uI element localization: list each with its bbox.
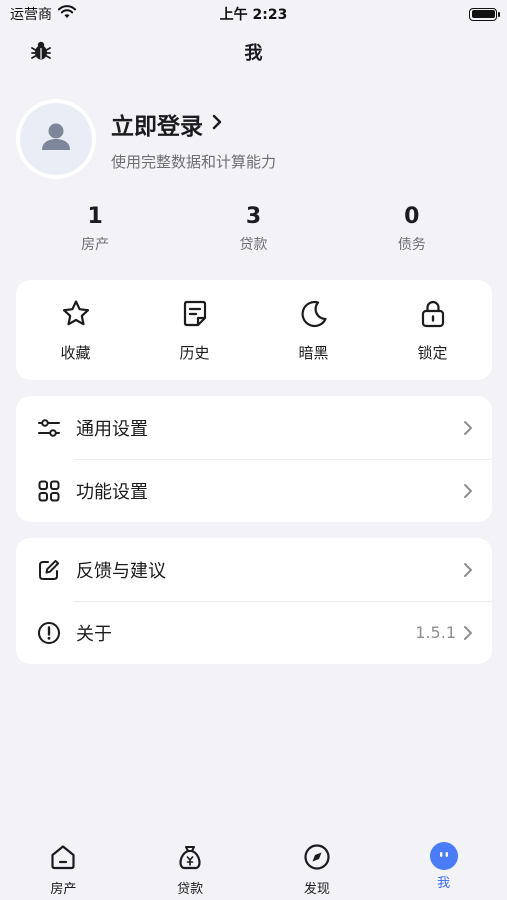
tab-me[interactable]: 我 — [380, 838, 507, 900]
stat-label: 贷款 — [239, 237, 268, 253]
feature-settings-row[interactable]: 功能设置 — [16, 459, 492, 522]
stat-label: 房产 — [81, 237, 110, 253]
support-card: 反馈与建议 关于 1.5.1 — [16, 538, 492, 664]
money-bag-icon — [175, 842, 205, 876]
stat-debt[interactable]: 0 债务 — [333, 202, 491, 262]
dark-mode-button[interactable]: 暗黑 — [254, 298, 373, 363]
battery-icon — [469, 7, 500, 21]
about-row[interactable]: 关于 1.5.1 — [16, 601, 492, 664]
stats-row: 1 房产 3 贷款 0 债务 — [16, 202, 491, 262]
feature-settings-label: 功能设置 — [76, 481, 148, 503]
tab-label: 我 — [437, 876, 451, 891]
stat-property[interactable]: 1 房产 — [16, 202, 174, 262]
tab-property[interactable]: 房产 — [0, 838, 127, 900]
chevron-right-icon — [462, 562, 474, 578]
general-settings-row[interactable]: 通用设置 — [16, 396, 492, 459]
chevron-right-icon — [211, 114, 223, 134]
home-icon — [48, 842, 78, 876]
history-button[interactable]: 历史 — [135, 298, 254, 363]
avatar[interactable] — [16, 99, 96, 179]
chevron-right-icon — [462, 625, 474, 641]
tab-loan[interactable]: 贷款 — [127, 838, 254, 900]
lock-icon — [417, 298, 449, 334]
dark-mode-label: 暗黑 — [298, 343, 329, 362]
feedback-label: 反馈与建议 — [76, 560, 166, 582]
star-icon — [60, 298, 92, 334]
compass-icon — [302, 842, 332, 876]
quick-actions-card: 收藏 历史 暗黑 锁定 — [16, 280, 492, 380]
about-label: 关于 — [76, 623, 112, 645]
chevron-right-icon — [462, 483, 474, 499]
version-value: 1.5.1 — [415, 623, 456, 642]
tab-bar: 房产 贷款 发现 我 — [0, 838, 507, 900]
stat-loan[interactable]: 3 贷款 — [174, 202, 332, 262]
lock-button[interactable]: 锁定 — [373, 298, 492, 363]
tab-label: 发现 — [303, 882, 330, 897]
carrier-label: 运营商 — [10, 7, 52, 23]
stat-value: 1 — [87, 204, 103, 229]
chevron-right-icon — [462, 420, 474, 436]
tab-label: 贷款 — [177, 882, 204, 897]
page-title: 我 — [244, 43, 263, 64]
info-icon — [36, 620, 62, 646]
tab-discover[interactable]: 发现 — [254, 838, 381, 900]
settings-card: 通用设置 功能设置 — [16, 396, 492, 522]
bug-icon — [29, 39, 53, 67]
login-subtitle: 使用完整数据和计算能力 — [111, 152, 277, 171]
moon-icon — [298, 298, 330, 334]
sliders-icon — [36, 415, 62, 441]
wifi-icon — [58, 5, 76, 23]
login-section[interactable]: 立即登录 使用完整数据和计算能力 — [16, 98, 491, 180]
note-icon — [179, 298, 211, 334]
feedback-row[interactable]: 反馈与建议 — [16, 538, 492, 601]
lock-label: 锁定 — [417, 343, 448, 362]
grid-icon — [36, 478, 62, 504]
favorites-label: 收藏 — [60, 343, 91, 362]
login-link[interactable]: 立即登录 — [111, 107, 276, 141]
profile-face-icon — [429, 842, 458, 870]
history-label: 历史 — [179, 343, 210, 362]
stat-value: 3 — [245, 204, 262, 229]
tab-label: 房产 — [50, 882, 77, 897]
login-title: 立即登录 — [111, 113, 203, 140]
status-bar: 运营商 上午 2:23 — [0, 0, 507, 28]
favorites-button[interactable]: 收藏 — [16, 298, 135, 363]
debug-button[interactable] — [26, 38, 56, 68]
nav-bar: 我 — [0, 32, 507, 72]
user-icon — [36, 117, 76, 161]
stat-value: 0 — [404, 204, 420, 229]
status-time: 上午 2:23 — [219, 7, 288, 23]
edit-icon — [36, 557, 62, 583]
general-settings-label: 通用设置 — [76, 418, 148, 440]
stat-label: 债务 — [397, 237, 426, 253]
